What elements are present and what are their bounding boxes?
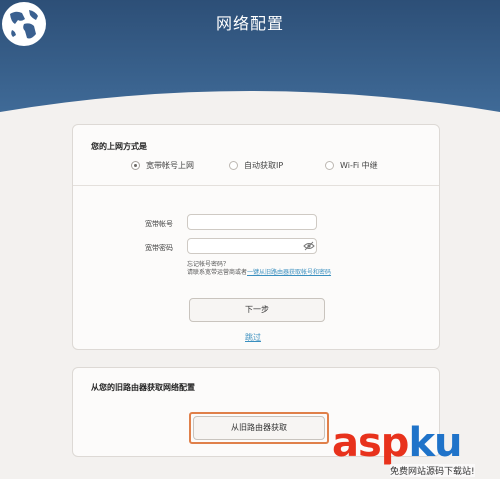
watermark-logo: aspku 免费网站源码下载站! xyxy=(332,420,500,479)
skip-link[interactable]: 跳过 xyxy=(245,332,261,343)
globe-icon xyxy=(2,2,46,46)
radio-auto-ip-indicator[interactable] xyxy=(229,161,238,170)
old-router-section-label: 从您的旧路由器获取网络配置 xyxy=(91,383,195,392)
account-input[interactable] xyxy=(187,214,317,230)
eye-icon[interactable] xyxy=(303,241,315,251)
account-label: 宽带帐号 xyxy=(145,220,173,228)
connection-section-label: 您的上网方式是 xyxy=(91,142,147,151)
watermark-brand-accent: ku xyxy=(408,420,462,466)
radio-auto-ip[interactable]: 自动获取IP xyxy=(229,160,283,171)
radio-wifi-relay-indicator[interactable] xyxy=(325,161,334,170)
radio-wifi-relay-label: Wi-Fi 中继 xyxy=(340,161,378,170)
password-input[interactable] xyxy=(187,238,317,254)
section-divider xyxy=(73,185,439,186)
password-label: 宽带密码 xyxy=(145,244,173,252)
watermark-brand: aspku xyxy=(332,420,463,466)
radio-broadband-indicator[interactable] xyxy=(131,161,140,170)
radio-auto-ip-label: 自动获取IP xyxy=(244,161,284,170)
fetch-credentials-link[interactable]: 一键从旧路由器获取帐号和密码 xyxy=(247,269,331,276)
contact-hint: 请联系宽带运营商或者一键从旧路由器获取帐号和密码 xyxy=(187,267,331,276)
radio-broadband[interactable]: 宽带帐号上网 xyxy=(131,160,194,171)
radio-broadband-label: 宽带帐号上网 xyxy=(146,161,194,170)
next-button[interactable]: 下一步 xyxy=(189,298,325,322)
contact-hint-text: 请联系宽带运营商或者 xyxy=(187,269,248,276)
watermark-subtitle: 免费网站源码下载站! xyxy=(390,464,475,477)
connection-card: 您的上网方式是 宽带帐号上网 自动获取IP Wi-Fi 中继 宽带帐号 宽带密码… xyxy=(72,124,440,350)
watermark-brand-prefix: asp xyxy=(332,420,409,466)
page-title: 网络配置 xyxy=(215,14,284,33)
fetch-from-old-router-button[interactable]: 从旧路由器获取 xyxy=(193,416,325,440)
header-banner: 网络配置 xyxy=(0,0,500,130)
radio-wifi-relay[interactable]: Wi-Fi 中继 xyxy=(325,160,378,171)
